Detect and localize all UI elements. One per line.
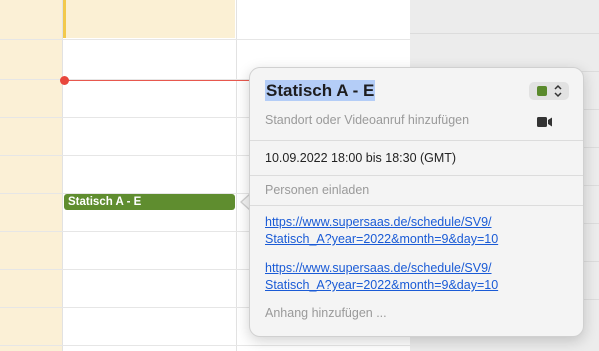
- hour-line: [0, 345, 410, 346]
- backdrop-line: [410, 33, 599, 34]
- calendar-event-block[interactable]: [63, 0, 235, 38]
- weekend-column: [0, 0, 62, 351]
- url-link-1-line-2[interactable]: Statisch_A?year=2022&month=9&day=10: [265, 231, 498, 247]
- popover-divider: [250, 175, 583, 176]
- popover-divider: [250, 205, 583, 206]
- day-column-separator: [236, 0, 237, 351]
- current-time-dot: [60, 76, 69, 85]
- calendar-event-chip[interactable]: Statisch A - E: [64, 194, 235, 210]
- location-field[interactable]: Standort oder Videoanruf hinzufügen: [265, 113, 469, 127]
- event-title-field[interactable]: Statisch A - E: [265, 80, 376, 101]
- calendar-color-picker[interactable]: [529, 82, 569, 100]
- event-detail-popover: Statisch A - E Standort oder Videoanruf …: [249, 67, 584, 337]
- day-column-separator: [62, 0, 63, 351]
- url-link-1-line-1[interactable]: https://www.supersaas.de/schedule/SV9/: [265, 214, 492, 230]
- chevron-updown-icon: [553, 84, 563, 99]
- event-datetime[interactable]: 10.09.2022 18:00 bis 18:30 (GMT): [265, 151, 456, 165]
- video-call-icon[interactable]: [537, 115, 553, 127]
- invitees-field[interactable]: Personen einladen: [265, 183, 369, 197]
- calendar-color-swatch: [537, 86, 547, 96]
- attachment-field[interactable]: Anhang hinzufügen ...: [265, 306, 387, 320]
- url-link-2-line-1[interactable]: https://www.supersaas.de/schedule/SV9/: [265, 260, 492, 276]
- url-link-2-line-2[interactable]: Statisch_A?year=2022&month=9&day=10: [265, 277, 498, 293]
- popover-divider: [250, 140, 583, 141]
- hour-line: [0, 39, 410, 40]
